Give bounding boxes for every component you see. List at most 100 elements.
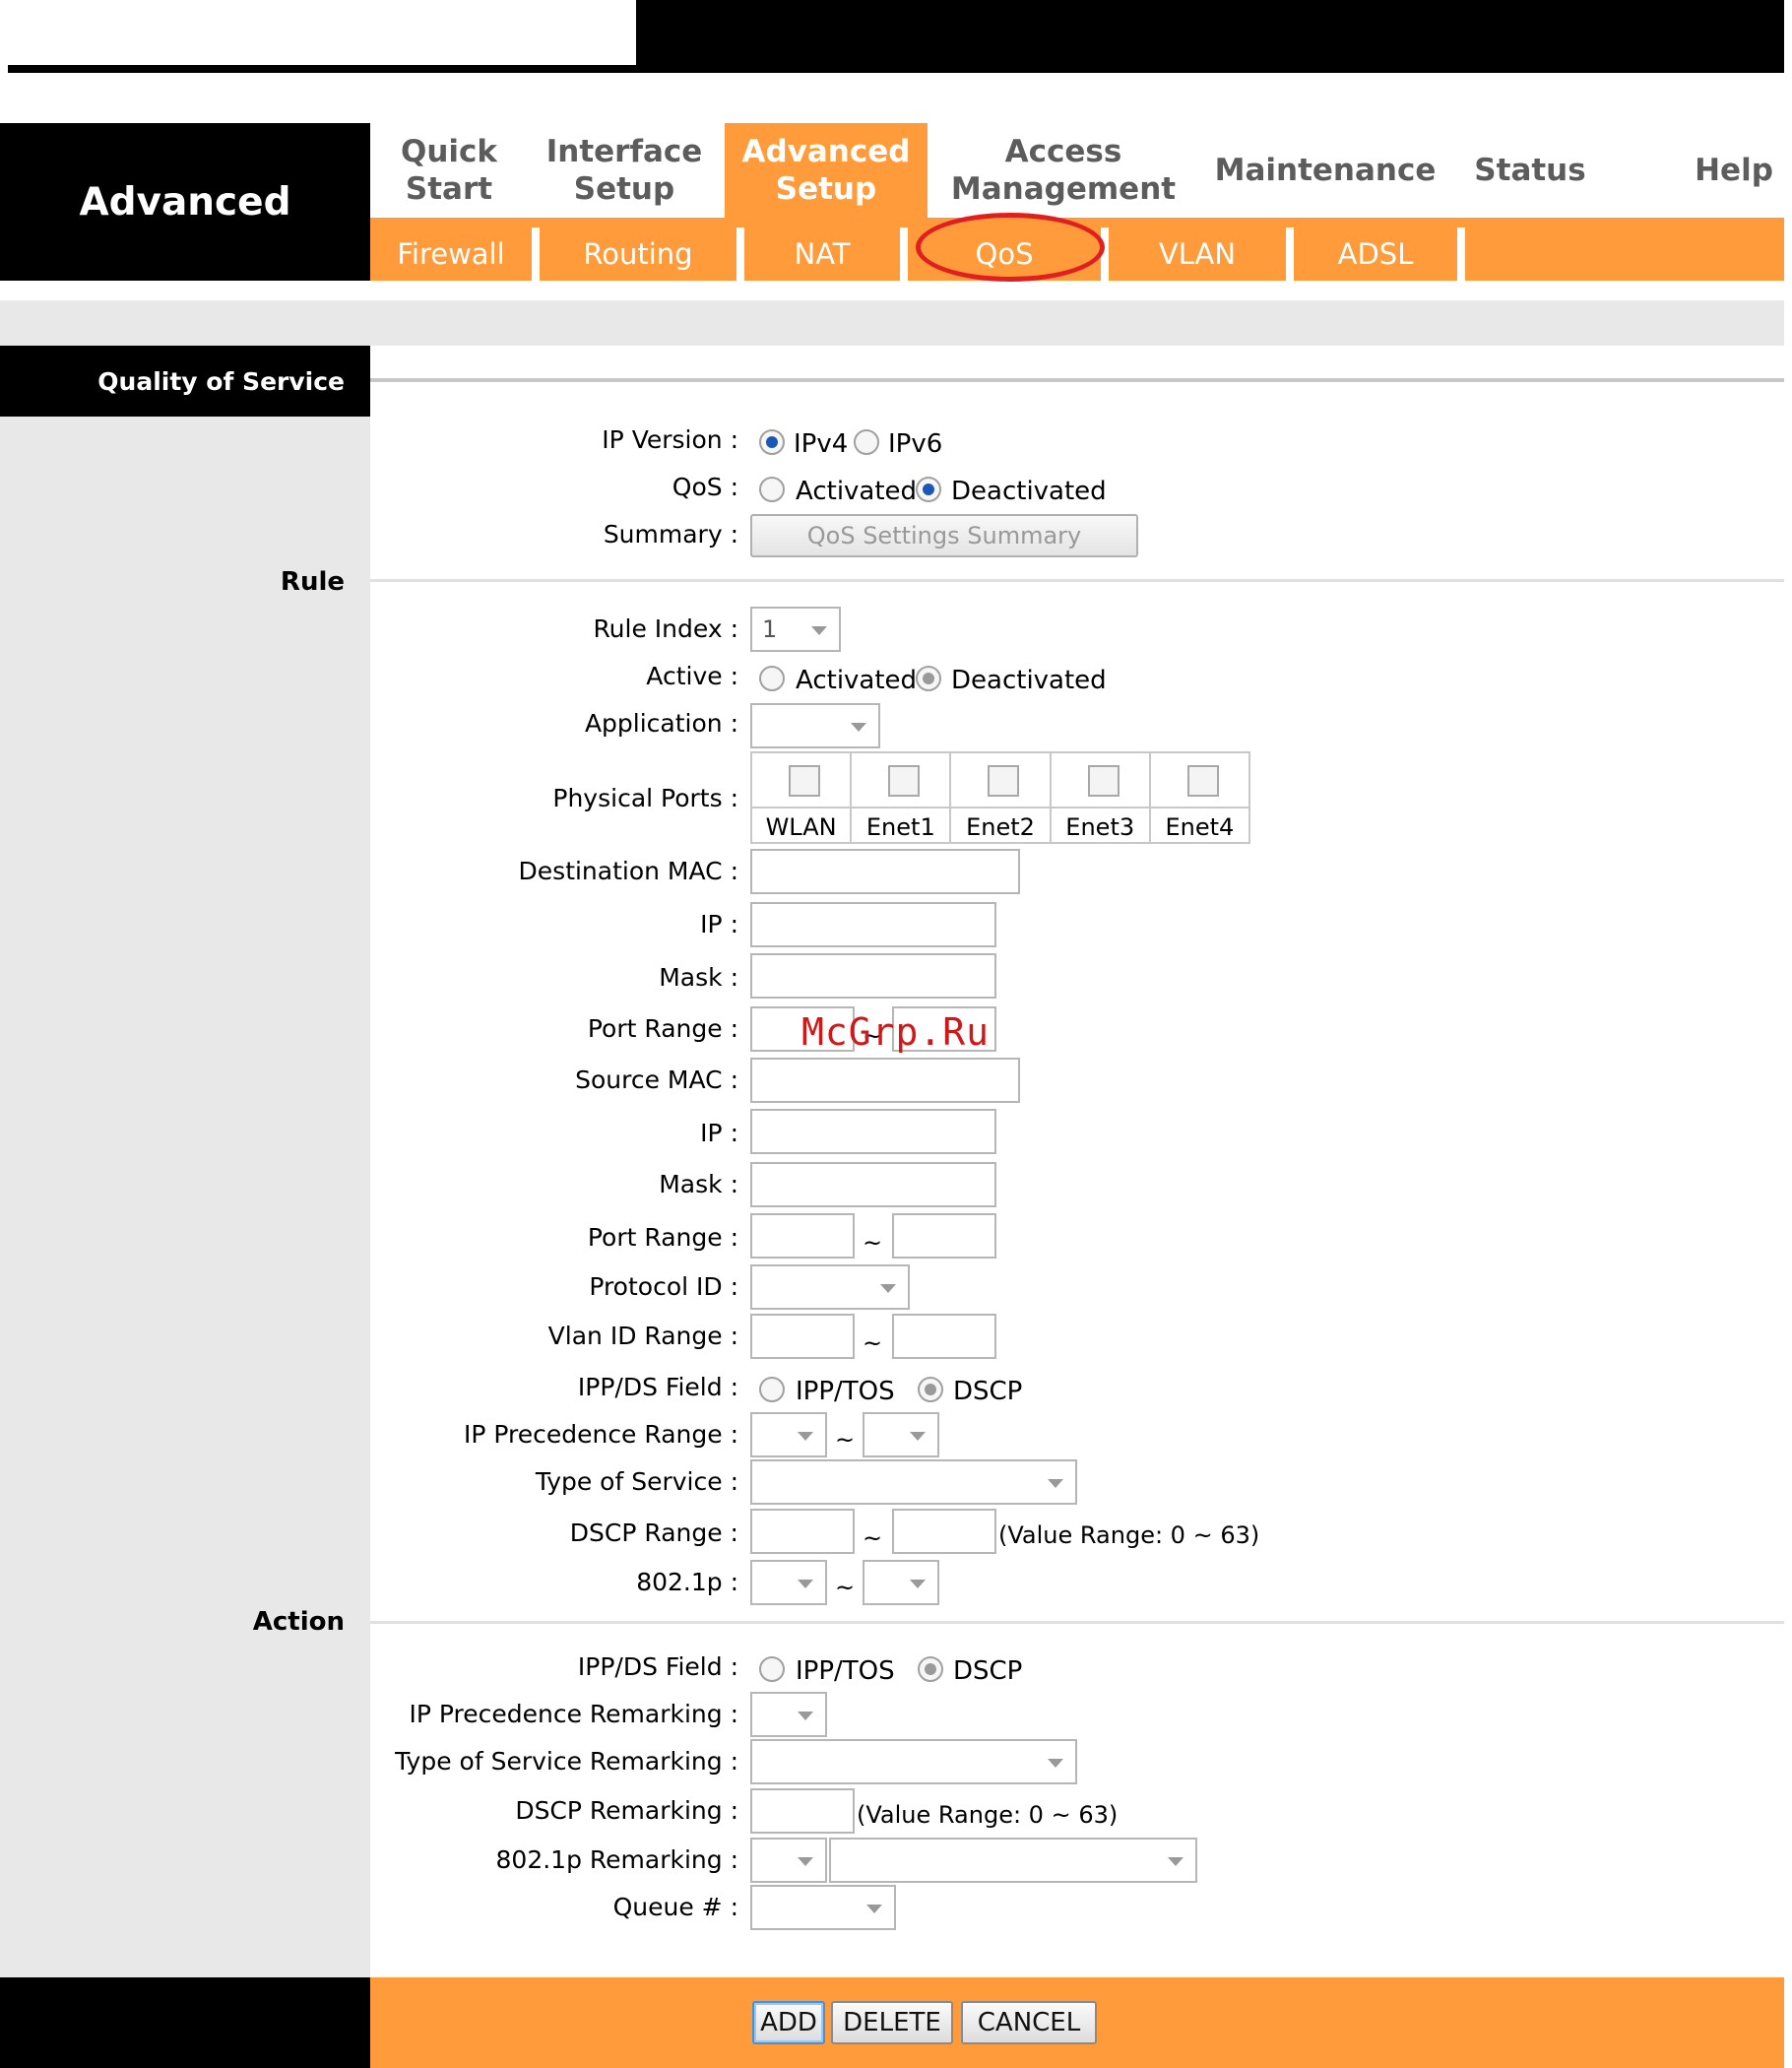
ipv4-label: IPv4 <box>794 429 849 459</box>
physical-ports-label: Physical Ports : <box>552 784 738 812</box>
dot1p-end-select[interactable] <box>863 1560 939 1605</box>
watermark: McGrp.Ru <box>801 1010 991 1054</box>
ipv6-radio[interactable] <box>854 429 879 455</box>
destination-mac-input[interactable] <box>750 849 1020 894</box>
dot1p-remarking-detail-select[interactable] <box>829 1838 1197 1883</box>
active-label: Active : <box>646 662 738 690</box>
ip-precedence-end-select[interactable] <box>863 1412 939 1457</box>
chevron-down-icon <box>798 1712 813 1720</box>
dot1p-remarking-label: 802.1p Remarking : <box>495 1845 738 1874</box>
dot1p-start-select[interactable] <box>750 1560 827 1605</box>
rule-ippds-label: IPP/DS Field : <box>577 1373 738 1401</box>
rule-dscp-radio[interactable] <box>918 1377 943 1402</box>
dscp-end-input[interactable] <box>892 1509 996 1554</box>
page-heading: Quality of Service <box>0 346 370 417</box>
rule-index-label: Rule Index : <box>593 614 738 643</box>
chevron-down-icon <box>798 1580 813 1588</box>
vlan-id-end-input[interactable] <box>892 1314 996 1359</box>
action-ippds-label: IPP/DS Field : <box>577 1652 738 1681</box>
tab-quick-start[interactable]: Quick Start <box>370 123 528 218</box>
action-dscp-radio[interactable] <box>918 1656 943 1682</box>
cancel-button[interactable]: CANCEL <box>961 2001 1097 2044</box>
chevron-down-icon <box>910 1580 926 1588</box>
port-enet4-checkbox[interactable] <box>1186 765 1219 797</box>
source-ip-input[interactable] <box>750 1109 996 1154</box>
subtab-vlan[interactable]: VLAN <box>1109 227 1286 281</box>
dot1p-remarking-select[interactable] <box>750 1838 827 1883</box>
action-ipptos-label: IPP/TOS <box>796 1656 895 1686</box>
application-select[interactable] <box>750 703 880 748</box>
vlan-id-range-label: Vlan ID Range : <box>547 1322 738 1350</box>
source-port-end-input[interactable] <box>892 1213 996 1259</box>
port-wlan-checkbox[interactable] <box>789 765 820 797</box>
qos-deactivated-label: Deactivated <box>951 477 1107 506</box>
port-cell-wlan: WLAN <box>752 753 853 842</box>
action-section-label: Action <box>252 1607 345 1637</box>
rule-index-select[interactable]: 1 <box>750 607 841 652</box>
subtab-routing[interactable]: Routing <box>540 227 736 281</box>
source-port-start-input[interactable] <box>750 1213 855 1259</box>
main-tab-bar: Quick Start Interface Setup Advanced Setup … <box>370 123 1792 218</box>
tab-access-management[interactable]: Access Management <box>928 123 1199 218</box>
subtab-divider <box>900 227 908 281</box>
tab-status[interactable]: Status <box>1451 123 1609 218</box>
delete-button[interactable]: DELETE <box>831 2001 953 2044</box>
subtab-adsl[interactable]: ADSL <box>1294 227 1457 281</box>
dscp-range-label: DSCP Range : <box>569 1519 738 1547</box>
subtab-nat[interactable]: NAT <box>744 227 900 281</box>
dscp-start-input[interactable] <box>750 1509 855 1554</box>
action-ipptos-radio[interactable] <box>759 1656 785 1682</box>
queue-select[interactable] <box>750 1885 896 1930</box>
subtab-divider <box>1457 227 1465 281</box>
dscp-remarking-label: DSCP Remarking : <box>515 1796 738 1825</box>
tos-remarking-select[interactable] <box>750 1739 1077 1784</box>
dscp-remarking-input[interactable] <box>750 1788 855 1834</box>
destination-mask-label: Mask : <box>659 963 738 992</box>
chevron-down-icon <box>1168 1857 1184 1866</box>
action-dscp-label: DSCP <box>953 1656 1023 1686</box>
qos-activated-radio[interactable] <box>759 477 785 502</box>
port-cell-enet4: Enet4 <box>1150 753 1249 842</box>
divider <box>370 1621 1792 1624</box>
port-enet1-checkbox[interactable] <box>888 765 921 797</box>
dscp-range-hint: (Value Range: 0 ~ 63) <box>998 1521 1260 1549</box>
chevron-down-icon <box>798 1432 813 1441</box>
range-tilde: ~ <box>835 1426 856 1454</box>
rule-activated-radio[interactable] <box>759 666 785 691</box>
ipv4-radio[interactable] <box>759 429 785 455</box>
summary-label: Summary : <box>603 520 738 549</box>
port-enet2-checkbox[interactable] <box>988 765 1020 797</box>
ip-precedence-remarking-select[interactable] <box>750 1692 827 1737</box>
rule-deactivated-radio[interactable] <box>916 666 941 691</box>
divider <box>370 579 1792 582</box>
source-mac-input[interactable] <box>750 1058 1020 1103</box>
protocol-id-select[interactable] <box>750 1264 910 1310</box>
header-black-bar <box>636 0 1792 73</box>
range-tilde: ~ <box>835 1574 856 1601</box>
port-cell-enet2: Enet2 <box>951 753 1052 842</box>
vlan-id-start-input[interactable] <box>750 1314 855 1359</box>
source-mac-label: Source MAC : <box>575 1066 738 1094</box>
range-tilde: ~ <box>863 1229 883 1257</box>
section-title: Advanced <box>0 123 370 281</box>
destination-mask-input[interactable] <box>750 953 996 999</box>
destination-port-range-label: Port Range : <box>587 1014 738 1043</box>
tab-maintenance[interactable]: Maintenance <box>1199 123 1451 218</box>
source-mask-input[interactable] <box>750 1162 996 1207</box>
tab-advanced-setup[interactable]: Advanced Setup <box>725 123 928 218</box>
ip-precedence-start-select[interactable] <box>750 1412 827 1457</box>
chevron-down-icon <box>851 723 866 732</box>
qos-deactivated-radio[interactable] <box>916 477 941 502</box>
tab-help[interactable]: Help <box>1680 123 1788 218</box>
qos-settings-summary-button[interactable]: QoS Settings Summary <box>750 514 1138 557</box>
type-of-service-select[interactable] <box>750 1459 1077 1505</box>
application-label: Application : <box>584 709 738 738</box>
port-enet3-checkbox[interactable] <box>1087 765 1120 797</box>
subtab-divider <box>1286 227 1294 281</box>
add-button[interactable]: ADD <box>752 2001 825 2044</box>
subtab-firewall[interactable]: Firewall <box>370 227 532 281</box>
chevron-down-icon <box>1048 1759 1063 1768</box>
destination-ip-input[interactable] <box>750 902 996 947</box>
rule-ipptos-radio[interactable] <box>759 1377 785 1402</box>
tab-interface-setup[interactable]: Interface Setup <box>528 123 721 218</box>
